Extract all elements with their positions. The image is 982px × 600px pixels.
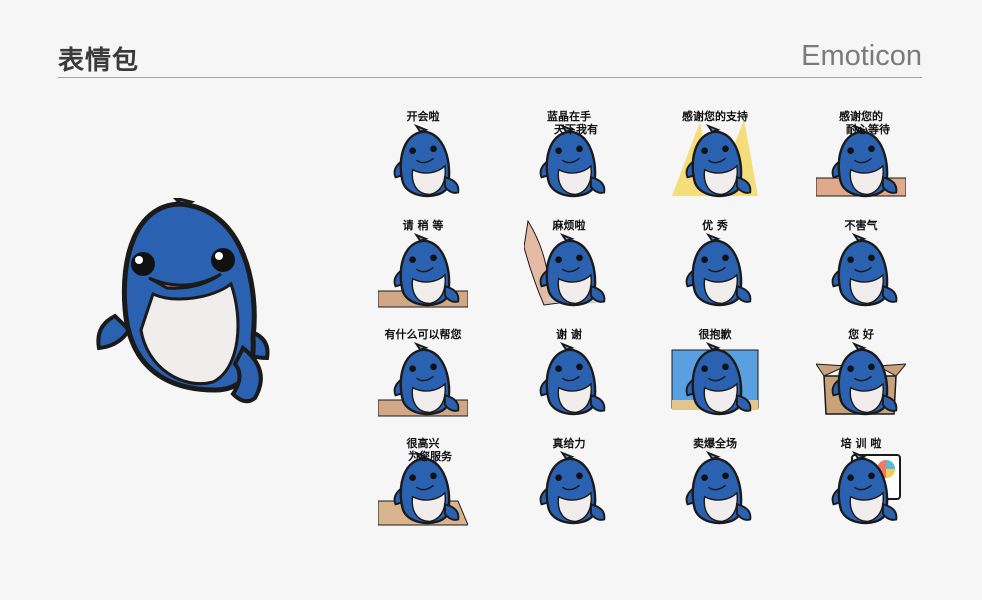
sticker-caption: 很抱歉 (698, 328, 732, 341)
sticker-cell[interactable]: 优 秀 (670, 217, 760, 309)
sticker-cell[interactable]: 很抱歉 (670, 326, 760, 418)
sticker-cell[interactable]: 谢 谢 (524, 326, 614, 418)
sticker-cell[interactable]: 感谢您的 耐心等待 (816, 108, 906, 200)
sticker-caption: 优 秀 (702, 219, 728, 232)
sticker-caption-line2: 为您服务 (408, 450, 452, 463)
sticker-cell[interactable]: 您 好 (816, 326, 906, 418)
sticker-caption: 培 训 啦 (840, 437, 882, 450)
sticker-caption: 请 稍 等 (402, 219, 444, 232)
sticker-caption: 开会啦 (406, 110, 440, 123)
sticker-caption: 卖爆全场 (693, 437, 737, 450)
sticker-caption: 麻烦啦 (552, 219, 586, 232)
sticker-cell[interactable]: 开会啦 (378, 108, 468, 200)
sticker-cell[interactable]: 培 训 啦 (816, 435, 906, 527)
sticker-caption: 有什么可以帮您 (384, 328, 462, 341)
sticker-caption: 您 好 (848, 328, 874, 341)
sticker-cell[interactable]: 有什么可以帮您 (378, 326, 468, 418)
page-title: 表情包 (58, 46, 140, 76)
whale-mascot-icon (96, 198, 270, 404)
sticker-cell[interactable]: 卖爆全场 (670, 435, 760, 527)
sticker-caption: 真给力 (552, 437, 586, 450)
sticker-cell[interactable]: 蓝晶在手 天下我有 (524, 108, 614, 200)
sticker-cell[interactable]: 请 稍 等 (378, 217, 468, 309)
header-divider (58, 77, 922, 78)
sticker-cell[interactable]: 很高兴 为您服务 (378, 435, 468, 527)
sticker-caption-line2: 耐心等待 (846, 123, 890, 136)
sticker-caption-line2: 天下我有 (554, 123, 598, 136)
sticker-cell[interactable]: 感谢您的支持 (670, 108, 760, 200)
sticker-grid: 开会啦 蓝晶在手 天下我有 感谢您的支持 感谢您的 耐心等待 请 稍 等 麻烦啦… (378, 108, 906, 527)
sticker-cell[interactable]: 麻烦啦 (524, 217, 614, 309)
sticker-caption: 谢 谢 (556, 328, 582, 341)
sticker-caption: 不害气 (844, 219, 878, 232)
sticker-cell[interactable]: 不害气 (816, 217, 906, 309)
sticker-cell[interactable]: 真给力 (524, 435, 614, 527)
sticker-caption: 感谢您的支持 (682, 110, 748, 123)
page-subtitle: Emoticon (801, 40, 922, 72)
